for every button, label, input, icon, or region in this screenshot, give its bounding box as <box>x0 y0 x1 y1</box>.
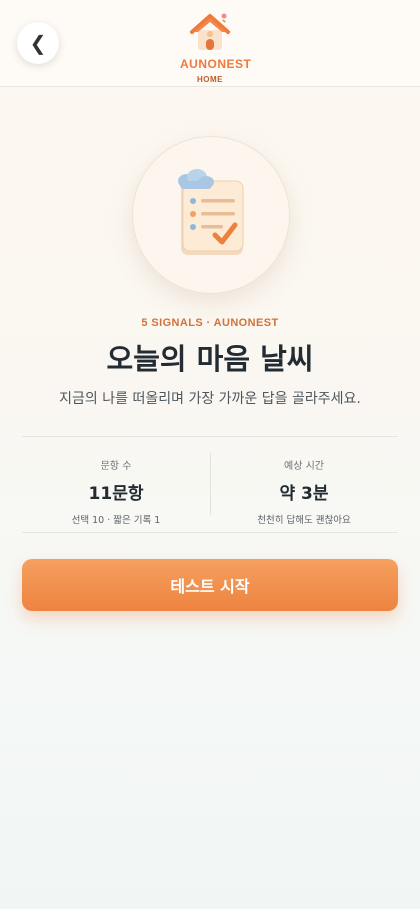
estimated-time-stat: 예상 시간 약 3분 천천히 답해도 괜찮아요 <box>210 437 398 532</box>
back-button[interactable]: ❮ <box>17 22 59 64</box>
hero-illustration <box>132 136 290 294</box>
chevron-left-icon: ❮ <box>29 31 47 55</box>
stat-value: 약 3분 <box>279 484 329 504</box>
house-icon <box>190 13 230 50</box>
checklist-clipboard-icon <box>178 169 244 255</box>
stat-note: 선택 10 · 짧은 기록 1 <box>71 515 161 526</box>
test-info-panel: 문항 수 11문항 선택 10 · 짧은 기록 1 예상 시간 약 3분 천천히… <box>22 436 398 533</box>
page-subtitle: 지금의 나를 떠올리며 가장 가까운 답을 골라주세요. <box>59 391 361 407</box>
stat-label: 문항 수 <box>100 461 132 472</box>
brand-name: AUNONEST <box>180 57 252 71</box>
start-test-button[interactable]: 테스트 시작 <box>22 559 398 611</box>
stat-value: 11문항 <box>88 484 144 504</box>
stat-note: 천천히 답해도 괜찮아요 <box>257 515 351 526</box>
question-count-stat: 문항 수 11문항 선택 10 · 짧은 기록 1 <box>22 437 210 532</box>
test-eyebrow: 5 SIGNALS · AUNONEST <box>141 317 279 329</box>
stat-label: 예상 시간 <box>284 461 324 472</box>
page-title: 오늘의 마음 날씨 <box>106 342 314 376</box>
brand-subtitle: HOME <box>197 75 223 84</box>
app-logo[interactable]: AUNONEST HOME <box>180 10 252 84</box>
top-bar: ❮ AUNONEST HOME <box>0 0 420 87</box>
